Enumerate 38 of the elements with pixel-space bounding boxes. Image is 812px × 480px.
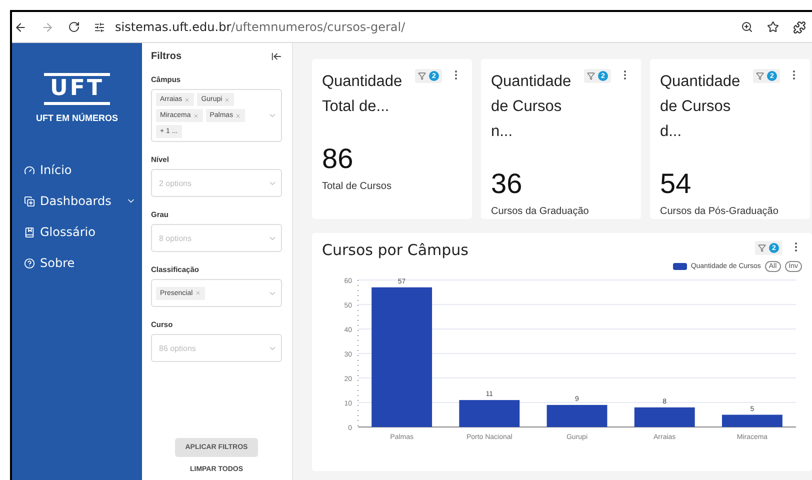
panel-title: Filtros <box>151 51 182 62</box>
site-settings-icon[interactable] <box>94 22 105 32</box>
sidebar-item[interactable]: Sobre <box>24 254 142 272</box>
filter-icon <box>587 72 595 80</box>
bar[interactable] <box>546 404 608 427</box>
metric-value: 54 <box>660 168 692 200</box>
metric-caption: Total de Cursos <box>322 181 392 192</box>
metric-value: 36 <box>491 168 524 200</box>
logo: UFT <box>44 73 110 105</box>
reload-icon[interactable] <box>68 21 80 33</box>
card-title: Quantidade de Cursos n... <box>491 72 572 142</box>
card-title: Quantidade Total de... <box>322 72 404 117</box>
chevron-icon <box>268 111 277 120</box>
metric-value: 86 <box>322 143 354 175</box>
address-bar-url[interactable]: sistemas.uft.edu.br/uftemnumeros/cursos-geral/ <box>115 20 406 34</box>
sidebar-item[interactable]: Glossário <box>24 223 142 241</box>
bar[interactable] <box>634 407 695 427</box>
windows-icon <box>24 196 35 206</box>
gauge-icon <box>24 164 35 176</box>
legend-swatch <box>672 263 687 270</box>
metric-caption: Cursos da Pós-Graduação <box>660 206 780 217</box>
help-icon <box>24 258 35 268</box>
filter-icon <box>756 72 764 80</box>
metric-caption: Cursos da Graduação <box>491 206 590 217</box>
filter-icon <box>418 72 426 80</box>
sidebar-item[interactable]: Início <box>24 161 142 179</box>
filter-icon <box>758 244 766 252</box>
chart-title: Cursos por Câmpus <box>322 241 468 259</box>
sidebar-item[interactable]: Dashboards <box>24 192 142 210</box>
bookmark-star-icon[interactable] <box>767 21 779 33</box>
card-title: Quantidade de Cursos d... <box>660 72 742 142</box>
book-icon <box>24 226 35 238</box>
bar[interactable] <box>722 414 782 427</box>
collapse-icon[interactable] <box>271 51 282 62</box>
zoom-icon[interactable] <box>741 21 753 33</box>
back-icon[interactable] <box>14 20 27 34</box>
app-title: UFT EM NÚMEROS <box>35 113 119 123</box>
extensions-icon[interactable] <box>793 20 806 34</box>
